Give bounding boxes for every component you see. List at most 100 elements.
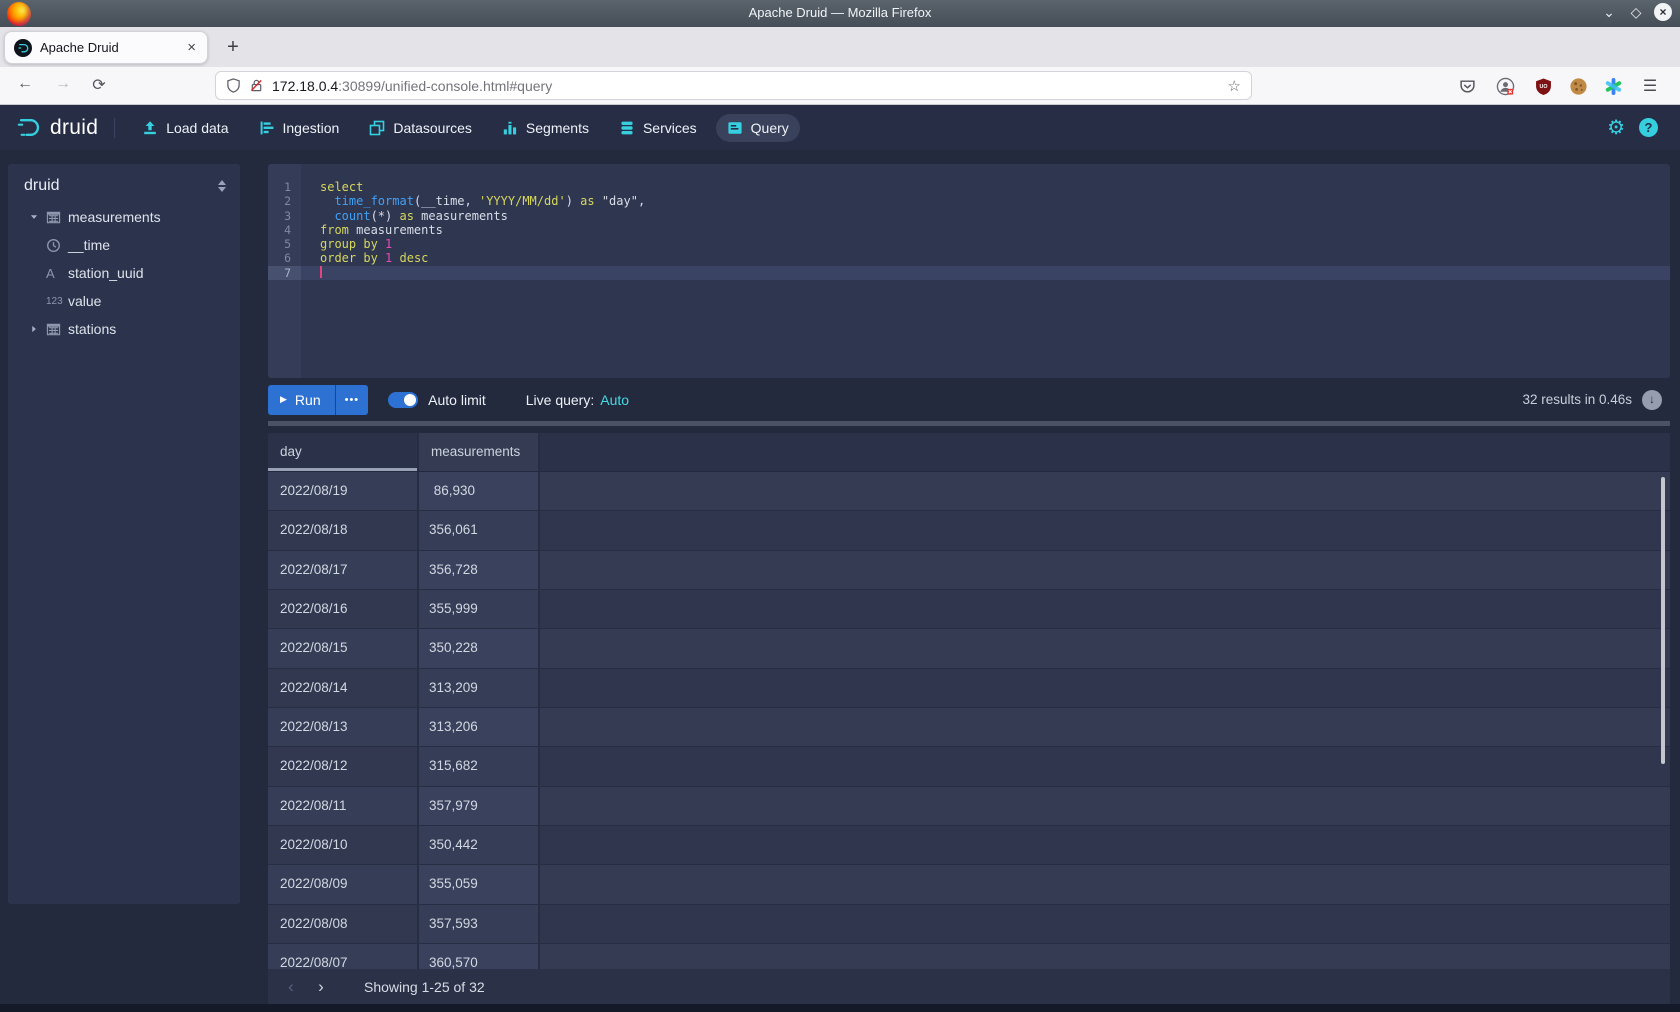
- new-tab-button[interactable]: +: [220, 35, 246, 61]
- download-results-icon[interactable]: ↓: [1642, 390, 1662, 410]
- live-query-value[interactable]: Auto: [600, 392, 629, 408]
- nav-item-ingestion[interactable]: Ingestion: [248, 114, 351, 142]
- cell-day[interactable]: 2022/08/08: [268, 905, 419, 943]
- table-row[interactable]: 2022/08/16355,999: [268, 590, 1670, 629]
- nav-item-services[interactable]: Services: [608, 114, 708, 142]
- cell-measurements[interactable]: 355,059: [419, 865, 540, 903]
- tree-item-station_uuid[interactable]: Astation_uuid: [8, 259, 240, 287]
- cell-day[interactable]: 2022/08/17: [268, 551, 419, 589]
- nav-item-load-data[interactable]: Load data: [131, 114, 239, 142]
- code-line-6[interactable]: 6order by 1 desc: [268, 251, 1670, 265]
- code-text[interactable]: count(*) as measurements: [301, 209, 1670, 223]
- window-close-icon[interactable]: ×: [1654, 3, 1672, 21]
- tree-item-stations[interactable]: stations: [8, 315, 240, 343]
- cell-day[interactable]: 2022/08/14: [268, 669, 419, 707]
- extension-asterisk-icon[interactable]: [1601, 74, 1625, 98]
- url-text[interactable]: 172.18.0.4:30899/unified-console.html#qu…: [272, 78, 1228, 94]
- next-page-icon[interactable]: ›: [306, 977, 336, 997]
- column-header-day[interactable]: day: [268, 433, 419, 471]
- chevron-down-icon[interactable]: [22, 212, 46, 222]
- table-row[interactable]: 2022/08/08357,593: [268, 905, 1670, 944]
- code-line-4[interactable]: 4from measurements: [268, 223, 1670, 237]
- nav-item-query[interactable]: Query: [716, 114, 800, 142]
- table-row[interactable]: 2022/08/10350,442: [268, 826, 1670, 865]
- window-minimize-icon[interactable]: ⌄: [1600, 3, 1618, 21]
- reload-button[interactable]: ⟳: [88, 75, 110, 95]
- settings-gear-icon[interactable]: ⚙: [1607, 115, 1625, 140]
- column-header-measurements[interactable]: measurements: [419, 433, 540, 471]
- cell-day[interactable]: 2022/08/19: [268, 472, 419, 510]
- menu-hamburger-icon[interactable]: ☰: [1638, 74, 1662, 98]
- tree-item-value[interactable]: 123value: [8, 287, 240, 315]
- table-row[interactable]: 2022/08/14313,209: [268, 669, 1670, 708]
- run-more-button[interactable]: •••: [335, 385, 369, 415]
- extension-account-icon[interactable]: [1493, 74, 1517, 98]
- table-row[interactable]: 2022/08/18356,061: [268, 511, 1670, 550]
- editor-results-splitter[interactable]: [268, 421, 1670, 426]
- tracking-shield-icon[interactable]: [226, 78, 241, 93]
- cookie-icon[interactable]: [1566, 74, 1590, 98]
- table-row[interactable]: 2022/08/17356,728: [268, 551, 1670, 590]
- cell-day[interactable]: 2022/08/18: [268, 511, 419, 549]
- table-row[interactable]: 2022/08/1986,930: [268, 472, 1670, 511]
- table-row[interactable]: 2022/08/13313,206: [268, 708, 1670, 747]
- run-button[interactable]: ▶ Run: [268, 385, 335, 415]
- code-line-2[interactable]: 2 time_format(__time, 'YYYY/MM/dd') as "…: [268, 194, 1670, 208]
- table-row[interactable]: 2022/08/12315,682: [268, 747, 1670, 786]
- help-icon[interactable]: ?: [1639, 118, 1658, 137]
- code-text[interactable]: from measurements: [301, 223, 1670, 237]
- insecure-lock-icon[interactable]: [249, 78, 264, 93]
- table-row[interactable]: 2022/08/11357,979: [268, 787, 1670, 826]
- code-line-5[interactable]: 5group by 1: [268, 237, 1670, 251]
- code-line-7[interactable]: 7: [268, 266, 1670, 280]
- cell-day[interactable]: 2022/08/12: [268, 747, 419, 785]
- code-text[interactable]: group by 1: [301, 237, 1670, 251]
- cell-measurements[interactable]: 357,979: [419, 787, 540, 825]
- cell-measurements[interactable]: 313,209: [419, 669, 540, 707]
- tab-close-icon[interactable]: ×: [185, 39, 198, 56]
- nav-item-datasources[interactable]: Datasources: [358, 114, 483, 142]
- code-text[interactable]: select: [301, 180, 1670, 194]
- table-row[interactable]: 2022/08/15350,228: [268, 629, 1670, 668]
- results-scrollbar[interactable]: [1661, 477, 1665, 764]
- cell-measurements[interactable]: 356,061: [419, 511, 540, 549]
- nav-item-segments[interactable]: Segments: [491, 114, 600, 142]
- auto-limit-toggle[interactable]: [388, 392, 418, 408]
- druid-brand[interactable]: druid: [16, 114, 98, 141]
- code-text[interactable]: time_format(__time, 'YYYY/MM/dd') as "da…: [301, 194, 1670, 208]
- prev-page-icon[interactable]: ‹: [276, 977, 306, 997]
- cell-day[interactable]: 2022/08/10: [268, 826, 419, 864]
- pocket-icon[interactable]: [1455, 74, 1479, 98]
- cell-measurements[interactable]: 357,593: [419, 905, 540, 943]
- cell-measurements[interactable]: 313,206: [419, 708, 540, 746]
- cell-measurements[interactable]: 315,682: [419, 747, 540, 785]
- code-line-1[interactable]: 1select: [268, 180, 1670, 194]
- browser-tab-apache-druid[interactable]: Apache Druid ×: [4, 31, 208, 64]
- tree-item-__time[interactable]: __time: [8, 231, 240, 259]
- sql-editor[interactable]: 1select2 time_format(__time, 'YYYY/MM/dd…: [268, 164, 1670, 378]
- code-text[interactable]: order by 1 desc: [301, 251, 1670, 265]
- code-text[interactable]: [301, 266, 1670, 280]
- cell-measurements[interactable]: 350,442: [419, 826, 540, 864]
- cell-measurements[interactable]: 350,228: [419, 629, 540, 667]
- bookmark-star-icon[interactable]: ☆: [1228, 77, 1241, 95]
- back-button[interactable]: ←: [14, 75, 36, 93]
- ublock-origin-icon[interactable]: UO: [1531, 74, 1555, 98]
- cell-measurements[interactable]: 356,728: [419, 551, 540, 589]
- code-lines[interactable]: 1select2 time_format(__time, 'YYYY/MM/dd…: [268, 180, 1670, 280]
- code-line-3[interactable]: 3 count(*) as measurements: [268, 209, 1670, 223]
- window-restore-icon[interactable]: ◇: [1627, 3, 1645, 21]
- schema-switcher-caret-icon[interactable]: [218, 180, 226, 192]
- tree-item-measurements[interactable]: measurements: [8, 203, 240, 231]
- cell-day[interactable]: 2022/08/13: [268, 708, 419, 746]
- cell-day[interactable]: 2022/08/15: [268, 629, 419, 667]
- cell-measurements[interactable]: 355,999: [419, 590, 540, 628]
- table-row[interactable]: 2022/08/09355,059: [268, 865, 1670, 904]
- cell-day[interactable]: 2022/08/09: [268, 865, 419, 903]
- url-bar[interactable]: 172.18.0.4:30899/unified-console.html#qu…: [215, 71, 1252, 100]
- cell-measurements[interactable]: 86,930: [419, 472, 540, 510]
- chevron-right-icon[interactable]: [22, 324, 46, 334]
- forward-button[interactable]: →: [52, 75, 74, 93]
- cell-day[interactable]: 2022/08/16: [268, 590, 419, 628]
- cell-day[interactable]: 2022/08/11: [268, 787, 419, 825]
